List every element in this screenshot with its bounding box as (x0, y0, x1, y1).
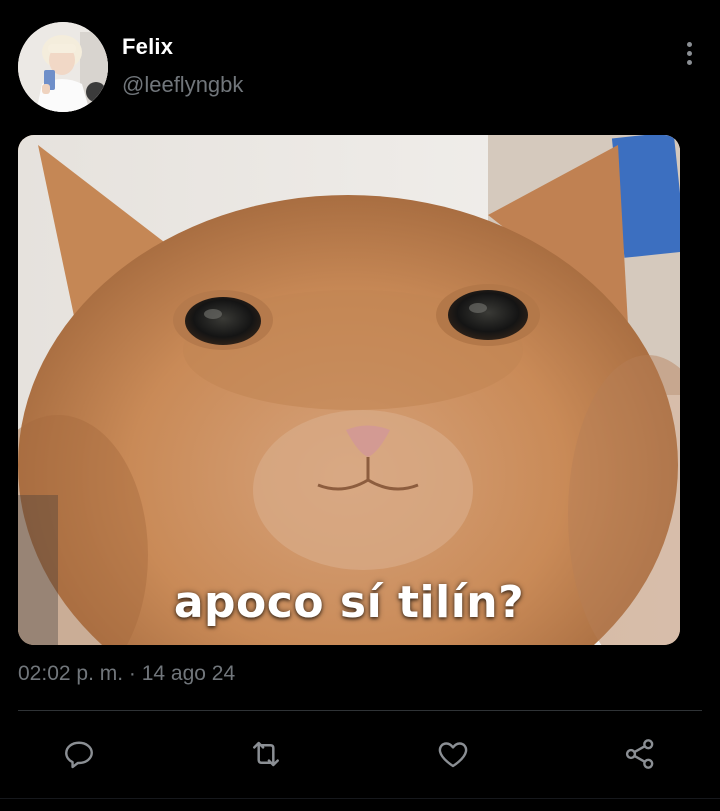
heart-icon (438, 742, 468, 768)
image-caption: apoco sí tilín? (173, 577, 525, 628)
tweet-image[interactable]: apoco sí tilín? (18, 135, 680, 645)
share-icon (625, 739, 654, 769)
tweet-timestamp[interactable]: 02:02 p. m. · 14 ago 24 (18, 662, 235, 686)
action-bar (18, 726, 702, 782)
more-vertical-icon (686, 41, 692, 47)
retweet-icon (253, 741, 279, 767)
retweet-button[interactable] (244, 732, 288, 776)
avatar[interactable] (18, 22, 108, 112)
more-options-button[interactable] (676, 38, 702, 68)
reply-icon (65, 741, 93, 769)
tweet-header: Felix @leeflyngbk (18, 22, 702, 116)
cat-photo (18, 135, 680, 645)
divider (18, 710, 702, 711)
username-handle[interactable]: @leeflyngbk (122, 72, 243, 98)
display-name[interactable]: Felix (122, 34, 173, 60)
bottom-divider (0, 798, 720, 799)
reply-button[interactable] (57, 732, 101, 776)
like-button[interactable] (431, 732, 475, 776)
share-button[interactable] (618, 732, 662, 776)
